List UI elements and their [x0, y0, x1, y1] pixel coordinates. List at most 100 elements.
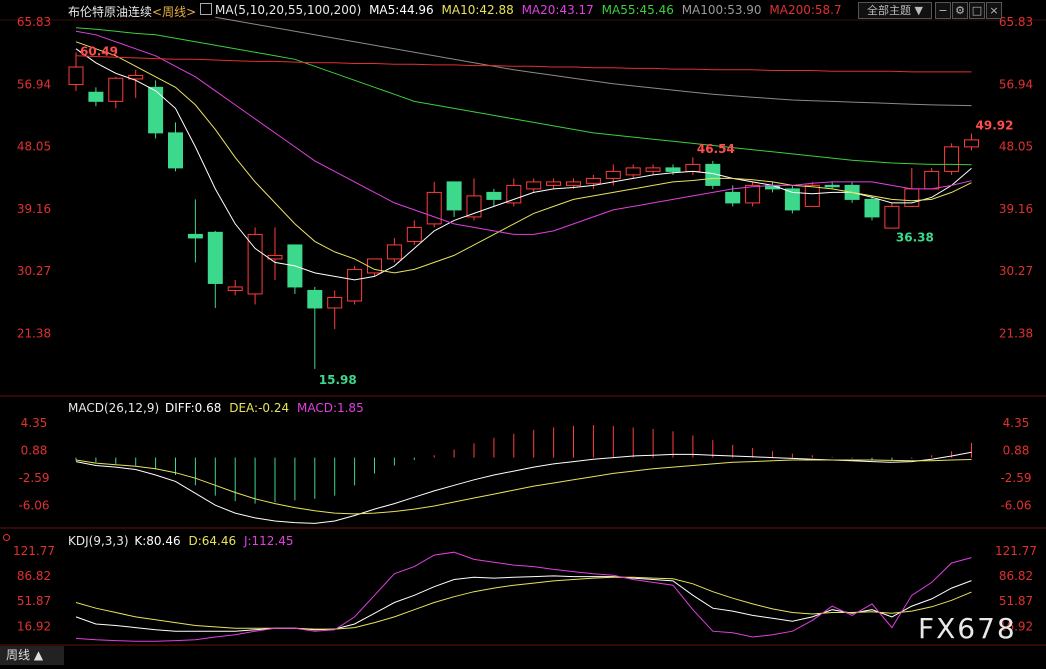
candle-body [168, 132, 183, 169]
kdj-tick-right: 121.77 [995, 544, 1037, 558]
close-icon[interactable]: × [986, 2, 1002, 19]
kdj-line-j [75, 551, 972, 642]
settings-icon[interactable]: ⚙ [952, 2, 968, 19]
price-tick-right: 21.38 [999, 326, 1033, 340]
maximize-icon[interactable]: □ [969, 2, 985, 19]
candle-body [247, 233, 263, 295]
candle-body [904, 188, 920, 207]
kdj-tick-right: 86.82 [999, 569, 1033, 583]
kdj-d-value: D:64.46 [188, 534, 237, 548]
ma55-value: MA55:45.46 [601, 3, 674, 17]
candle-body [725, 191, 741, 204]
price-extreme-label: 46.54 [697, 142, 735, 156]
candle-body [148, 86, 164, 134]
chart-root: 65.83 65.83 56.94 56.94 48.05 48.05 39.16 39.16… [0, 0, 1046, 665]
ma20-value: MA20:43.17 [521, 3, 594, 17]
price-extreme-label: 60.49 [80, 44, 118, 58]
macd-tick-right: -6.06 [1000, 499, 1031, 513]
macd-diff-value: DIFF:0.68 [164, 401, 222, 415]
candle-body [367, 258, 382, 274]
candle-body [506, 184, 522, 204]
candle-body [804, 184, 820, 207]
price-tick-left: 48.05 [17, 140, 51, 154]
price-extreme-label: 15.98 [319, 373, 357, 387]
kdj-tick-left: 16.92 [17, 619, 51, 633]
candle-body [526, 181, 542, 190]
price-tick-left: 56.94 [17, 77, 51, 91]
minimize-icon[interactable]: − [935, 2, 951, 19]
chart-canvas: 65.83 65.83 56.94 56.94 48.05 48.05 39.16 39.16… [0, 15, 1046, 646]
candle-body [406, 226, 422, 242]
candle-body [68, 66, 84, 86]
ma200-value: MA200:58.7 [769, 3, 842, 17]
macd-line-dea [75, 459, 972, 515]
macd-tick-left: -6.06 [18, 499, 49, 513]
price-tick-left: 65.83 [17, 15, 51, 29]
candle-body [227, 286, 243, 291]
watermark: FX678 [918, 612, 1017, 645]
price-tick-left: 21.38 [17, 326, 51, 340]
chevron-down-icon: ▼ [911, 4, 923, 17]
candle-body [386, 244, 402, 260]
candle-body [645, 167, 661, 172]
price-extreme-label: 36.38 [896, 230, 934, 244]
period-label: <周线> [152, 5, 197, 19]
candle-body [307, 289, 323, 309]
candle-body [327, 296, 343, 309]
candle-body [187, 233, 203, 239]
price-tick-left: 39.16 [17, 202, 51, 216]
candle-body [924, 170, 940, 190]
instrument-name: 布伦特原油连续 [68, 5, 153, 19]
macd-params-label: MACD(26,12,9) [68, 401, 160, 415]
macd-legend: MACD(26,12,9) DIFF:0.68 DEA:-0.24 MACD:1… [68, 401, 364, 415]
ma-params-label: MA(5,10,20,55,100,200) [215, 3, 362, 17]
ma-line-ma100 [215, 16, 972, 107]
candle-body [446, 181, 462, 211]
kdj-tick-left: 121.77 [13, 544, 55, 558]
kdj-line-d [75, 576, 972, 630]
candle-body [486, 191, 502, 200]
kdj-params-label: KDJ(9,3,3) [68, 534, 129, 548]
period-tab[interactable]: 周线 ▲ [0, 646, 64, 665]
price-tick-right: 30.27 [999, 264, 1033, 278]
macd-tick-right: -2.59 [1000, 471, 1031, 485]
indicator-dot-icon [3, 534, 10, 541]
ma100-value: MA100:53.90 [681, 3, 762, 17]
candle-body [347, 268, 363, 302]
chart-icon [200, 3, 212, 15]
kdj-tick-left: 86.82 [17, 569, 51, 583]
price-tick-right: 48.05 [999, 140, 1033, 154]
candle-body [964, 139, 979, 148]
kdj-j-value: J:112.45 [243, 534, 294, 548]
candle-body [685, 163, 701, 172]
theme-dropdown[interactable]: 全部主题 ▼ [858, 2, 932, 19]
candle-body [566, 181, 581, 186]
kdj-legend: KDJ(9,3,3) K:80.46 D:64.46 J:112.45 [68, 534, 294, 548]
candle-body [546, 181, 562, 186]
ma-line-ma55 [75, 27, 972, 166]
kdj-tick-right: 51.87 [999, 594, 1033, 608]
price-tick-right: 56.94 [999, 77, 1033, 91]
kdj-k-value: K:80.46 [134, 534, 181, 548]
ma-line-ma200 [75, 55, 972, 73]
candle-body [605, 170, 621, 179]
candle-body [426, 191, 442, 225]
candle-body [864, 198, 880, 218]
candle-body [625, 167, 641, 176]
macd-tick-right: 4.35 [1003, 416, 1030, 430]
macd-tick-left: -2.59 [18, 471, 49, 485]
ma10-value: MA10:42.88 [441, 3, 514, 17]
candle-body [585, 177, 601, 184]
kdj-tick-left: 51.87 [17, 594, 51, 608]
macd-tick-left: 0.88 [21, 444, 48, 458]
candle-body [665, 167, 681, 172]
theme-dropdown-label: 全部主题 [867, 4, 912, 17]
candle-body [745, 184, 761, 204]
candle-body [207, 231, 223, 284]
candle-body [944, 146, 960, 172]
ma5-value: MA5:44.96 [369, 3, 434, 17]
candle-body [824, 184, 840, 188]
ma-line-ma20 [75, 30, 972, 235]
price-tick-right: 39.16 [999, 202, 1033, 216]
macd-dea-value: DEA:-0.24 [229, 401, 290, 415]
